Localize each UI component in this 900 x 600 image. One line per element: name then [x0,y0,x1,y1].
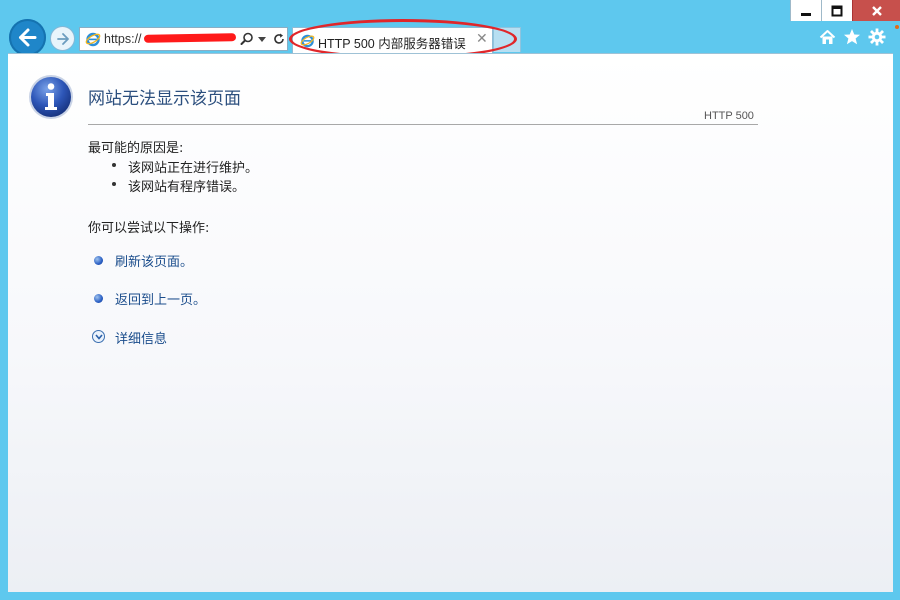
minimize-button[interactable] [790,0,821,21]
page-content: 网站无法显示该页面 HTTP 500 最可能的原因是: 该网站正在进行维护。 该… [8,53,893,593]
back-button[interactable] [9,19,46,56]
redaction-mark [143,33,237,43]
actions-heading: 你可以尝试以下操作: [88,221,210,236]
bullet-icon [94,256,103,265]
forward-button[interactable] [50,26,75,51]
gear-icon[interactable] [868,28,886,46]
minimize-icon [801,12,811,16]
close-icon [871,5,882,16]
address-bar[interactable]: https:// [79,27,288,51]
close-window-button[interactable] [852,0,900,21]
arrow-right-icon [57,33,69,45]
notification-dot [895,25,899,29]
maximize-button[interactable] [821,0,852,21]
bullet-icon [94,294,103,303]
refresh-icon[interactable] [272,32,286,46]
page-title: 网站无法显示该页面 [88,89,241,109]
home-icon[interactable] [819,29,836,46]
reasons-list: 该网站正在进行维护。 该网站有程序错误。 [112,157,258,195]
maximize-icon [831,5,843,16]
ie-logo-icon [300,34,315,48]
info-icon [29,75,73,119]
ie-logo-icon [85,32,101,47]
status-code: HTTP 500 [704,110,754,122]
tab-close-icon[interactable]: ✕ [476,31,488,47]
new-tab-button[interactable] [493,27,521,52]
star-icon[interactable] [843,28,861,46]
chevron-down-icon[interactable] [258,37,266,43]
chevron-down-circle-icon [92,330,105,343]
list-item: 该网站正在进行维护。 [112,157,258,176]
search-icon[interactable] [240,32,254,46]
divider [88,124,758,125]
arrow-left-icon [19,28,37,47]
address-url: https:// [104,32,142,46]
reasons-heading: 最可能的原因是: [88,141,184,156]
tab-title: HTTP 500 内部服务器错误 [318,37,466,51]
window-controls [790,0,900,21]
list-item: 该网站有程序错误。 [112,176,258,195]
tab-http-500[interactable]: HTTP 500 内部服务器错误 ✕ [292,27,493,54]
window-bottom-frame [0,592,900,600]
